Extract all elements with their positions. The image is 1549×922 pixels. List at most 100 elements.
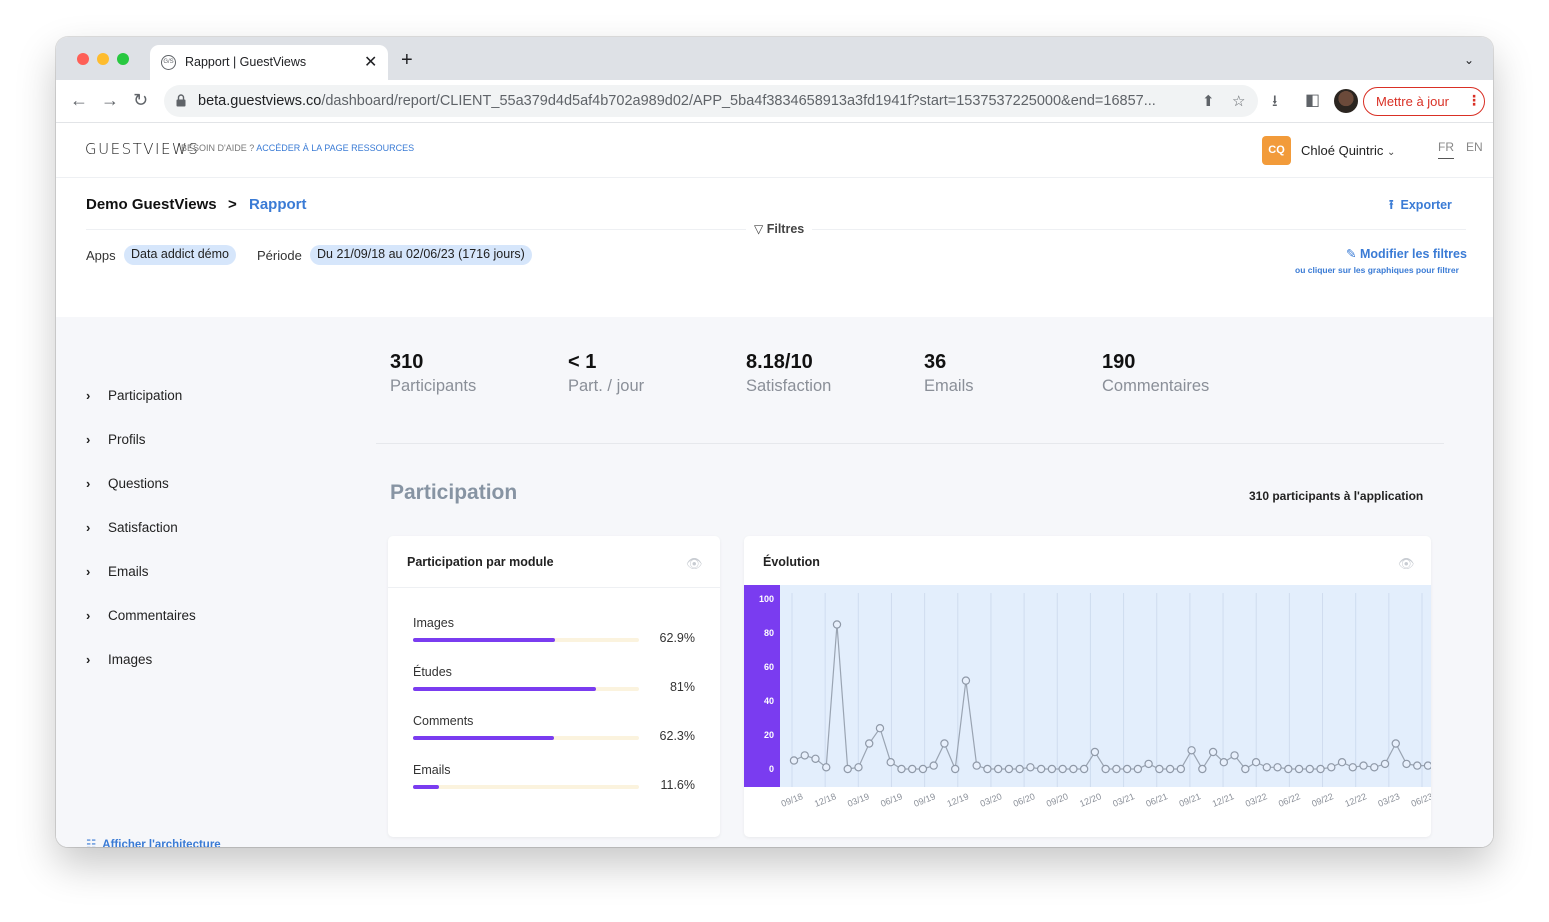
module-pct: 62.9% <box>659 631 695 645</box>
funnel-icon: ▽ <box>754 222 764 236</box>
profile-avatar[interactable] <box>1334 89 1358 113</box>
eye-icon[interactable]: 👁 <box>686 556 703 572</box>
url-host: beta.guestviews.co <box>198 93 322 109</box>
data-point <box>875 723 885 733</box>
forward-icon[interactable]: → <box>101 90 119 110</box>
browser-tab[interactable]: G/S Rapport | GuestViews ✕ <box>150 45 388 80</box>
tab-close-icon[interactable]: ✕ <box>364 52 377 72</box>
x-tick-label: 03/23 <box>1377 791 1402 809</box>
modify-filters-button[interactable]: ✎ Modifier les filtres <box>1346 246 1467 261</box>
module-bar[interactable] <box>413 638 639 642</box>
chart-y-axis-band <box>744 585 780 787</box>
sidebar-item-participation[interactable]: › Participation <box>86 388 182 403</box>
sidebar-item-label: Images <box>108 652 153 667</box>
chevron-down-icon: ⌄ <box>1387 147 1396 158</box>
data-point <box>1423 761 1431 770</box>
url-text: beta.guestviews.co/dashboard/report/CLIE… <box>198 93 1188 109</box>
data-point <box>1047 764 1057 774</box>
evolution-chart[interactable]: 0 20 40 60 80 100 09/18 12/18 03/19 06/19 09/19 12/… <box>744 585 1431 835</box>
maximize-window-button[interactable] <box>117 53 129 65</box>
reload-icon[interactable]: ↻ <box>133 90 148 110</box>
app-page: GUESTVIEWS BESOIN D'AIDE ? ACCÉDER À LA … <box>56 123 1493 847</box>
user-avatar[interactable]: CQ <box>1262 136 1291 165</box>
module-bar[interactable] <box>413 785 639 789</box>
apps-chip[interactable]: Data addict démo <box>124 245 236 265</box>
chevron-right-icon: › <box>86 652 91 667</box>
sidebar-item-commentaires[interactable]: › Commentaires <box>86 608 196 623</box>
modules-card: Participation par module 👁 Images 62.9% … <box>388 536 720 837</box>
data-point <box>1359 761 1368 770</box>
tab-search-icon[interactable]: ⌄ <box>1464 53 1474 67</box>
chevron-right-icon: › <box>86 476 91 491</box>
tab-title: Rapport | GuestViews <box>185 55 307 69</box>
sidebar-item-label: Emails <box>108 564 149 579</box>
lang-en[interactable]: EN <box>1466 140 1483 154</box>
data-point <box>832 620 842 629</box>
pencil-icon: ✎ <box>1346 247 1357 261</box>
x-tick-label: 09/18 <box>780 791 805 809</box>
sidebar-item-images[interactable]: › Images <box>86 652 152 667</box>
data-point <box>865 739 874 748</box>
minimize-window-button[interactable] <box>97 53 109 65</box>
resources-link[interactable]: ACCÉDER À LA PAGE RESSOURCES <box>256 143 414 153</box>
data-point <box>1391 739 1400 748</box>
sidebar-item-label: Profils <box>108 432 146 447</box>
module-label: Comments <box>413 714 474 728</box>
browser-window: G/S Rapport | GuestViews ✕ + ⌄ ← → ↻ bet… <box>56 37 1493 847</box>
sidebar-item-emails[interactable]: › Emails <box>86 564 149 579</box>
download-icon[interactable]: ⭳ <box>1272 90 1278 117</box>
back-icon[interactable]: ← <box>70 90 88 110</box>
y-tick-label: 40 <box>764 696 774 706</box>
data-point <box>1402 759 1411 769</box>
update-label: Mettre à jour <box>1376 94 1449 109</box>
data-point <box>1004 764 1014 774</box>
chevron-right-icon: › <box>86 564 91 579</box>
address-bar[interactable]: beta.guestviews.co/dashboard/report/CLIE… <box>164 85 1258 117</box>
stat-value: 8.18/10 <box>746 351 813 373</box>
export-button[interactable]: ⭱ Exporter <box>1389 196 1452 218</box>
periode-label: Période <box>257 248 302 263</box>
sidebar-item-profils[interactable]: › Profils <box>86 432 146 447</box>
help-prefix: BESOIN D'AIDE ? <box>181 143 255 153</box>
data-point <box>1230 751 1239 760</box>
new-tab-button[interactable]: + <box>401 50 413 70</box>
architecture-label: Afficher l'architecture <box>102 839 221 847</box>
x-tick-label: 12/20 <box>1078 791 1103 809</box>
data-point <box>1284 764 1293 774</box>
user-menu[interactable]: Chloé Quintric ⌄ <box>1301 143 1395 158</box>
architecture-link[interactable]: ☷ Afficher l'architecture <box>86 837 221 847</box>
data-point <box>1026 763 1035 772</box>
eye-icon[interactable]: 👁 <box>1398 556 1415 572</box>
data-point <box>1122 764 1132 774</box>
share-icon[interactable]: ⬆ <box>1202 92 1215 110</box>
data-point <box>918 764 928 774</box>
data-point <box>1101 764 1110 774</box>
more-menu-icon: ⋮ <box>1467 92 1481 108</box>
filters-title[interactable]: ▽ Filtres <box>746 222 813 236</box>
stat-value: < 1 <box>568 351 597 373</box>
data-point <box>1413 761 1422 770</box>
periode-chip[interactable]: Du 21/09/18 au 02/06/23 (1716 jours) <box>310 245 532 265</box>
x-tick-label: 06/22 <box>1277 791 1302 809</box>
sidebar-item-satisfaction[interactable]: › Satisfaction <box>86 520 178 535</box>
data-point <box>1036 764 1046 774</box>
data-point <box>1251 757 1261 767</box>
x-tick-label: 12/19 <box>945 791 970 809</box>
bookmark-star-icon[interactable]: ☆ <box>1232 92 1245 110</box>
data-point <box>1187 746 1196 755</box>
sidebar-item-questions[interactable]: › Questions <box>86 476 169 491</box>
side-panel-icon[interactable]: ◧ <box>1305 90 1320 110</box>
data-point <box>1380 759 1390 769</box>
section-title: Participation <box>390 481 518 504</box>
export-label: Exporter <box>1400 198 1452 212</box>
data-point <box>1176 764 1186 774</box>
update-button[interactable]: Mettre à jour ⋮ <box>1363 87 1485 116</box>
breadcrumb-root[interactable]: Demo GuestViews <box>86 196 217 213</box>
chart-title: Évolution <box>763 555 820 569</box>
hierarchy-icon: ☷ <box>86 839 97 847</box>
lang-fr[interactable]: FR <box>1438 140 1454 159</box>
module-bar[interactable] <box>413 736 639 740</box>
stat-value: 36 <box>924 351 947 373</box>
module-bar[interactable] <box>413 687 639 691</box>
close-window-button[interactable] <box>77 53 89 65</box>
